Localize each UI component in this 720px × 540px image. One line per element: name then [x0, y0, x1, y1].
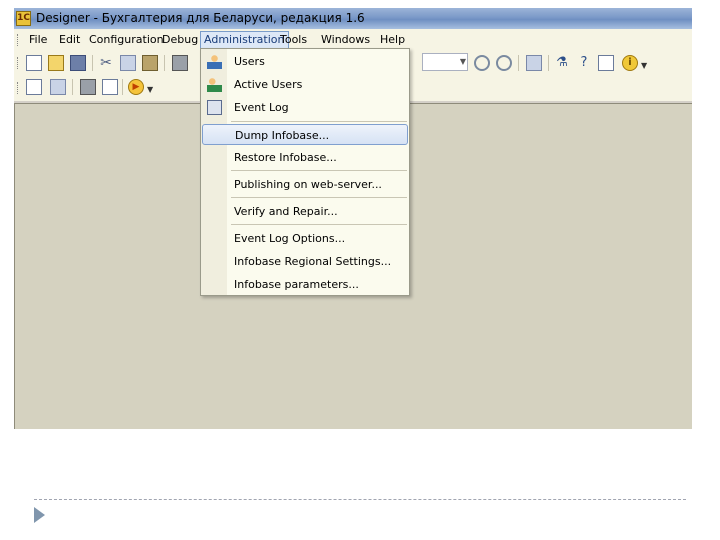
menu-configuration[interactable]: Configuration: [86, 32, 167, 48]
info-icon[interactable]: i: [622, 55, 638, 71]
toolbar-separator: [72, 79, 73, 95]
menu-separator: [231, 170, 407, 171]
menu-item-label: Infobase parameters...: [234, 278, 359, 291]
menu-separator: [231, 121, 407, 122]
toolbar-separator: [164, 55, 165, 71]
menu-item-label: Event Log: [234, 101, 289, 114]
save-icon[interactable]: [70, 55, 86, 71]
database-icon[interactable]: [80, 79, 96, 95]
title-bar: 1C Designer - Бухгалтерия для Беларуси, …: [14, 8, 692, 29]
help-question-icon[interactable]: ?: [576, 55, 592, 71]
menu-item-label: Restore Infobase...: [234, 151, 337, 164]
config-compare-icon[interactable]: [50, 79, 66, 95]
toolbar-grip[interactable]: [17, 57, 20, 69]
app-icon: 1C: [16, 11, 31, 26]
menu-item-label: Event Log Options...: [234, 232, 346, 245]
administration-dropdown: Users Active Users Event Log Dump Infoba…: [200, 48, 410, 296]
window-icon[interactable]: [526, 55, 542, 71]
active-users-icon: [207, 77, 222, 92]
menu-item-users[interactable]: Users: [202, 51, 408, 72]
table-icon[interactable]: [102, 79, 118, 95]
menu-item-publishing-web-server[interactable]: Publishing on web-server...: [202, 174, 408, 195]
menu-tools[interactable]: Tools: [277, 32, 310, 48]
toolbar-separator: [518, 55, 519, 71]
menu-item-active-users[interactable]: Active Users: [202, 74, 408, 95]
menu-separator: [231, 197, 407, 198]
menu-item-event-log-options[interactable]: Event Log Options...: [202, 228, 408, 249]
open-folder-icon[interactable]: [48, 55, 64, 71]
menu-separator: [231, 224, 407, 225]
menu-item-dump-infobase[interactable]: Dump Infobase...: [202, 124, 408, 145]
copy-icon[interactable]: [120, 55, 136, 71]
menu-item-infobase-parameters[interactable]: Infobase parameters...: [202, 274, 408, 295]
menu-item-regional-settings[interactable]: Infobase Regional Settings...: [202, 251, 408, 272]
toolbar-separator: [122, 79, 123, 95]
menu-windows[interactable]: Windows: [318, 32, 373, 48]
find-next-icon[interactable]: [496, 55, 512, 71]
menu-item-event-log[interactable]: Event Log: [202, 97, 408, 118]
cut-icon[interactable]: ✂: [98, 55, 114, 71]
slide-divider: [34, 499, 686, 500]
menu-item-label: Active Users: [234, 78, 303, 91]
menu-file[interactable]: File: [26, 32, 50, 48]
menu-item-label: Verify and Repair...: [234, 205, 338, 218]
print-icon[interactable]: [172, 55, 188, 71]
find-previous-icon[interactable]: [474, 55, 490, 71]
new-document-icon[interactable]: [26, 55, 42, 71]
menubar-grip[interactable]: [17, 34, 20, 46]
menu-item-restore-infobase[interactable]: Restore Infobase...: [202, 147, 408, 168]
toolbar-grip[interactable]: [17, 82, 20, 94]
wizard-icon[interactable]: ⚗: [554, 55, 570, 71]
menu-edit[interactable]: Edit: [56, 32, 83, 48]
config-tree-icon[interactable]: [26, 79, 42, 95]
run-options-icon[interactable]: ▼: [147, 85, 163, 101]
menu-item-verify-repair[interactable]: Verify and Repair...: [202, 201, 408, 222]
menu-item-label: Publishing on web-server...: [234, 178, 382, 191]
run-debug-icon[interactable]: ▶: [128, 79, 144, 95]
menu-item-label: Infobase Regional Settings...: [234, 255, 392, 268]
window-title: Designer - Бухгалтерия для Беларуси, ред…: [36, 11, 365, 25]
toolbar-separator: [92, 55, 93, 71]
menu-debug[interactable]: Debug: [159, 32, 201, 48]
event-log-icon: [207, 100, 222, 115]
menu-item-label: Dump Infobase...: [235, 129, 330, 142]
menu-item-label: Users: [234, 55, 265, 68]
help-contents-icon[interactable]: [598, 55, 614, 71]
bullet-arrow-icon: [34, 507, 45, 523]
chevron-down-icon[interactable]: ▼: [456, 53, 470, 71]
menu-administration[interactable]: Administration: [200, 31, 289, 49]
toolbar-separator: [548, 55, 549, 71]
user-icon: [207, 54, 222, 69]
menu-help[interactable]: Help: [377, 32, 408, 48]
paste-icon[interactable]: [142, 55, 158, 71]
